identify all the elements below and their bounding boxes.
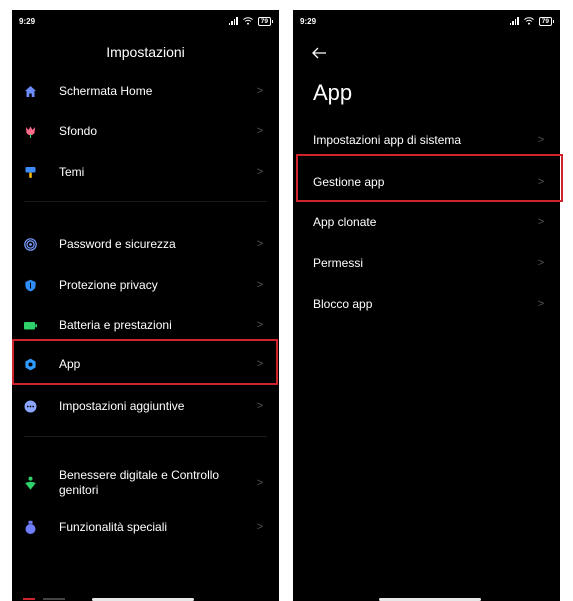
potion-icon bbox=[23, 520, 38, 535]
back-arrow-icon[interactable] bbox=[311, 46, 327, 60]
app-item-label: Gestione app bbox=[313, 174, 385, 189]
app-item-manage-apps[interactable]: Gestione app > bbox=[293, 162, 560, 202]
shield-icon bbox=[23, 278, 38, 293]
status-bar: 9:29 79 bbox=[293, 10, 560, 32]
status-time: 9:29 bbox=[19, 16, 36, 26]
settings-item-special-features[interactable]: Funzionalità speciali > bbox=[12, 512, 279, 542]
settings-item-wallpaper[interactable]: Sfondo > bbox=[12, 116, 279, 146]
chevron-right-icon: > bbox=[256, 477, 264, 489]
fingerprint-icon bbox=[23, 237, 38, 252]
next-item-peek bbox=[23, 597, 65, 601]
page-title: App bbox=[313, 80, 353, 105]
settings-item-privacy[interactable]: Protezione privacy > bbox=[12, 270, 279, 300]
status-icons: 79 bbox=[509, 16, 555, 26]
settings-item-battery[interactable]: Batteria e prestazioni > bbox=[12, 310, 279, 340]
chevron-right-icon: > bbox=[256, 238, 264, 250]
chevron-right-icon: > bbox=[256, 400, 264, 412]
app-item-label: Blocco app bbox=[313, 296, 373, 311]
settings-item-password-security[interactable]: Password e sicurezza > bbox=[12, 229, 279, 259]
battery-status-icon: 79 bbox=[538, 16, 555, 26]
gear-icon bbox=[23, 357, 38, 372]
app-item-app-lock[interactable]: Blocco app > bbox=[293, 289, 560, 319]
chevron-right-icon: > bbox=[256, 319, 264, 331]
settings-item-label: Temi bbox=[59, 164, 85, 179]
app-item-system-app-settings[interactable]: Impostazioni app di sistema > bbox=[293, 125, 560, 155]
more-dots-icon bbox=[23, 399, 38, 414]
chevron-right-icon: > bbox=[256, 279, 264, 291]
signal-icon bbox=[228, 17, 238, 25]
settings-item-label: Protezione privacy bbox=[59, 277, 158, 292]
settings-item-label: App bbox=[59, 356, 81, 371]
app-screen: 9:29 79 App Impostazioni app di sistema … bbox=[293, 10, 560, 601]
settings-item-digital-wellbeing[interactable]: Benessere digitale e Controllo genitori … bbox=[12, 462, 279, 504]
signal-icon bbox=[509, 17, 519, 25]
chevron-right-icon: > bbox=[256, 358, 264, 370]
settings-item-label: Batteria e prestazioni bbox=[59, 317, 172, 332]
settings-item-additional[interactable]: Impostazioni aggiuntive > bbox=[12, 391, 279, 421]
settings-item-label: Sfondo bbox=[59, 123, 98, 138]
section-divider bbox=[24, 436, 267, 437]
home-icon bbox=[23, 84, 38, 99]
page-title: Impostazioni bbox=[106, 44, 185, 60]
settings-item-label: Impostazioni aggiuntive bbox=[59, 398, 185, 413]
chevron-right-icon: > bbox=[256, 85, 264, 97]
settings-item-themes[interactable]: Temi > bbox=[12, 157, 279, 187]
chevron-right-icon: > bbox=[537, 134, 545, 146]
section-divider bbox=[24, 201, 267, 202]
wifi-icon bbox=[242, 17, 253, 25]
chevron-right-icon: > bbox=[256, 521, 264, 533]
settings-item-label: Schermata Home bbox=[59, 83, 153, 98]
wifi-icon bbox=[523, 17, 534, 25]
settings-item-label: Benessere digitale e Controllo genitori bbox=[59, 468, 220, 497]
settings-item-label: Funzionalità speciali bbox=[59, 519, 168, 534]
battery-status-icon: 79 bbox=[257, 16, 274, 26]
app-item-label: Permessi bbox=[313, 255, 364, 270]
status-bar: 9:29 79 bbox=[12, 10, 279, 32]
paintbrush-icon bbox=[23, 165, 38, 180]
chevron-right-icon: > bbox=[537, 257, 545, 269]
wellbeing-icon bbox=[23, 476, 38, 491]
chevron-right-icon: > bbox=[537, 176, 545, 188]
settings-item-label: Password e sicurezza bbox=[59, 236, 176, 251]
status-time: 9:29 bbox=[300, 16, 317, 26]
app-item-permissions[interactable]: Permessi > bbox=[293, 248, 560, 278]
app-item-dual-apps[interactable]: App clonate > bbox=[293, 207, 560, 237]
chevron-right-icon: > bbox=[256, 125, 264, 137]
settings-item-home-screen[interactable]: Schermata Home > bbox=[12, 76, 279, 106]
battery-icon bbox=[23, 318, 38, 333]
app-item-label: Impostazioni app di sistema bbox=[313, 132, 462, 147]
chevron-right-icon: > bbox=[537, 298, 545, 310]
app-item-label: App clonate bbox=[313, 214, 377, 229]
settings-item-app[interactable]: App > bbox=[12, 344, 279, 384]
status-icons: 79 bbox=[228, 16, 274, 26]
chevron-right-icon: > bbox=[537, 216, 545, 228]
settings-screen: 9:29 79 Impostazioni Schermata Home > Sf… bbox=[12, 10, 279, 601]
tulip-icon bbox=[23, 124, 38, 139]
chevron-right-icon: > bbox=[256, 166, 264, 178]
